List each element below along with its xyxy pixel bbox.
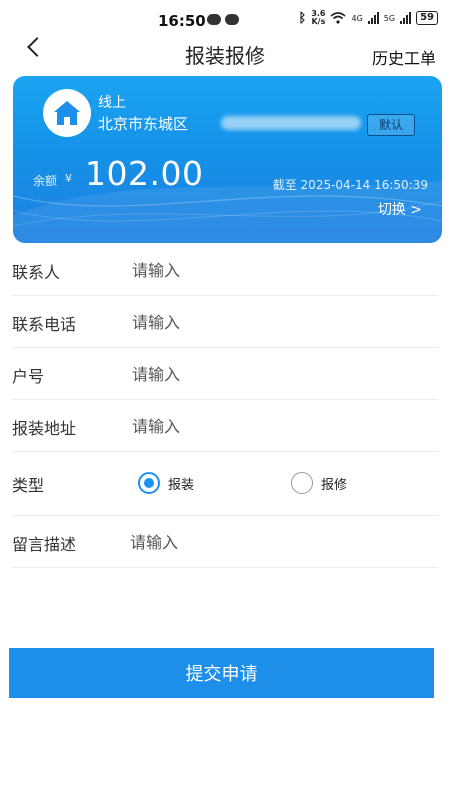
- type-option-repair: 报修: [321, 477, 348, 493]
- currency-symbol: ¥: [65, 172, 72, 185]
- network-type-2: 5G: [383, 13, 396, 23]
- message-row: 留言描述: [12, 516, 438, 568]
- status-app-icons: [207, 14, 239, 25]
- balance-timestamp: 截至 2025-04-14 16:50:39: [272, 178, 428, 192]
- service-mode: 线上: [98, 95, 126, 111]
- account-address: 北京市东城区: [98, 115, 189, 133]
- type-radio-install[interactable]: 报装: [138, 472, 194, 494]
- home-icon: [43, 89, 91, 137]
- account-card: 线上 北京市东城区 默认 余额 ¥ 102.00 截至 2025-04-14 1…: [13, 76, 442, 243]
- contact-input[interactable]: [132, 255, 422, 285]
- account-number-input[interactable]: [132, 359, 422, 389]
- type-row: 类型 报装 报修: [12, 452, 438, 516]
- message-input[interactable]: [130, 527, 420, 557]
- account-number-label: 户号: [12, 367, 45, 386]
- status-time: 16:50: [158, 12, 206, 30]
- status-bar: 16:50 ᛒ 3.6 K/s 4G 5G 59: [0, 0, 450, 36]
- balance-label: 余额: [33, 174, 58, 188]
- install-address-row: 报装地址: [12, 400, 438, 452]
- type-radio-repair[interactable]: 报修: [291, 472, 347, 494]
- install-address-label: 报装地址: [12, 419, 77, 438]
- nav-header: 报装报修 历史工单: [0, 36, 450, 72]
- status-indicators: ᛒ 3.6 K/s 4G 5G 59: [298, 9, 438, 26]
- signal-icon-2: [400, 12, 412, 24]
- address-redacted: [221, 116, 361, 130]
- type-option-install: 报装: [168, 477, 195, 493]
- type-label: 类型: [12, 476, 45, 495]
- service-request-form: 联系人 联系电话 户号 报装地址 类型 报装 报修 留言描述: [12, 244, 438, 568]
- history-orders-link[interactable]: 历史工单: [372, 45, 436, 69]
- contact-row: 联系人: [12, 244, 438, 296]
- radio-unchecked-icon: [291, 472, 313, 494]
- signal-icon: [367, 12, 379, 24]
- phone-row: 联系电话: [12, 296, 438, 348]
- phone-input[interactable]: [132, 307, 422, 337]
- bluetooth-icon: ᛒ: [298, 10, 307, 26]
- switch-account-button[interactable]: 切换 >: [378, 199, 422, 219]
- wifi-icon: [330, 12, 347, 24]
- balance-amount: 102.00: [85, 154, 204, 193]
- default-badge: 默认: [367, 114, 415, 136]
- battery-icon: 59: [416, 11, 438, 25]
- net-speed: 3.6 K/s: [311, 9, 326, 26]
- phone-label: 联系电话: [12, 315, 77, 334]
- network-type-1: 4G: [351, 13, 363, 23]
- message-label: 留言描述: [12, 535, 77, 554]
- install-address-input[interactable]: [132, 411, 422, 441]
- contact-label: 联系人: [12, 263, 61, 282]
- account-row: 户号: [12, 348, 438, 400]
- submit-button[interactable]: 提交申请: [9, 648, 434, 698]
- radio-checked-icon: [138, 472, 160, 494]
